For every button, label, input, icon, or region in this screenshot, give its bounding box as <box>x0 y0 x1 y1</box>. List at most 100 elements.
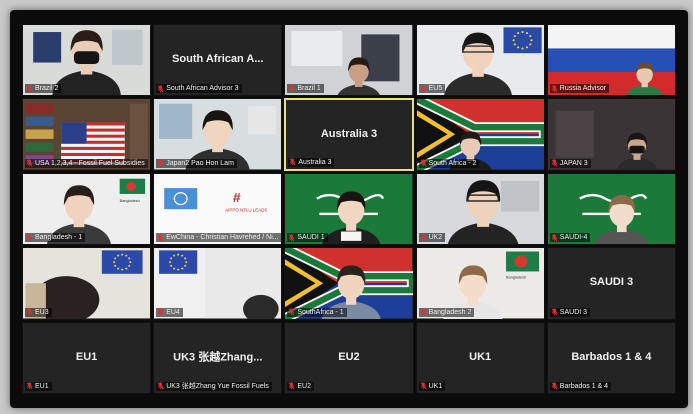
muted-microphone-icon <box>289 158 296 166</box>
muted-microphone-icon <box>157 159 164 167</box>
participant-name: Japan2 Pao Hon Lam <box>166 159 234 167</box>
participant-display-name: SAUDI 3 <box>589 276 634 289</box>
participant-name: EU5 <box>428 85 443 93</box>
participant-name-label: South Africa - 2 <box>418 158 480 168</box>
participant-name: SAUDI-4 <box>559 234 588 242</box>
svg-text:Bangladesh: Bangladesh <box>506 276 526 280</box>
participant-name: UK2 <box>428 234 443 242</box>
muted-microphone-icon <box>26 308 33 316</box>
participant-name-label: SAUDI 3 <box>549 307 591 317</box>
participant-tile[interactable]: Australia 3 Australia 3 <box>284 98 414 171</box>
muted-microphone-icon <box>420 85 427 93</box>
muted-microphone-icon <box>288 308 295 316</box>
participant-tile[interactable]: Japan2 Pao Hon Lam <box>153 98 283 171</box>
svg-text:Bangladesh: Bangladesh <box>120 199 140 203</box>
participant-name: SAUDI 1 <box>297 234 325 242</box>
muted-microphone-icon <box>157 308 164 316</box>
participant-tile[interactable]: UK2 <box>415 172 545 246</box>
participant-tile[interactable]: EU1 EU1 <box>22 321 152 394</box>
participant-tile[interactable]: UK3 张越Zhang... UK3 张越Zhang Yue Fossil Fue… <box>153 321 283 394</box>
muted-microphone-icon <box>551 159 558 167</box>
participant-tile[interactable]: South African A... South African Advisor … <box>153 24 283 97</box>
participant-name: UK3 张越Zhang Yue Fossil Fuels <box>166 382 269 390</box>
svg-text:AIPPO NTLU LEADS: AIPPO NTLU LEADS <box>225 208 267 213</box>
participant-display-name: UK3 张越Zhang... <box>173 351 263 364</box>
participant-name: SouthAfrica - 1 <box>297 308 344 316</box>
muted-microphone-icon <box>288 85 295 93</box>
participant-display-name: Australia 3 <box>320 127 378 140</box>
participant-name: South Africa - 2 <box>428 159 477 167</box>
participant-tile[interactable]: EU2 EU2 <box>284 321 414 394</box>
participant-tile[interactable]: Russia Advisor <box>546 24 676 97</box>
participant-name: EU2 <box>297 382 312 390</box>
participant-name-label: Bangladesh 2 <box>418 307 475 317</box>
participant-tile[interactable]: UK1 UK1 <box>415 321 545 394</box>
participant-name: South African Advisor 3 <box>166 85 239 93</box>
participant-tile[interactable]: Brazil 2 <box>22 24 152 97</box>
participant-name-label: SAUDI 1 <box>287 233 328 243</box>
participant-display-name: EU2 <box>338 350 360 363</box>
participant-name: Bangladesh - 1 <box>35 234 83 242</box>
participant-tile[interactable]: EU4 <box>153 247 283 320</box>
participant-display-name: Barbados 1 & 4 <box>571 350 652 363</box>
participant-name-label: EU2 <box>287 381 315 391</box>
participant-name-label: Barbados 1 & 4 <box>549 381 612 391</box>
participant-name-label: South African Advisor 3 <box>156 84 242 94</box>
participant-name: EU4 <box>166 308 180 316</box>
muted-microphone-icon <box>551 308 558 316</box>
muted-microphone-icon <box>157 234 164 242</box>
participant-name-label: EU4 <box>156 307 183 317</box>
participant-name: Australia 3 <box>298 158 332 166</box>
participant-name-label: EwChina - Christian Havrehed / Ni... <box>156 233 282 243</box>
video-conference-screen: Brazil 2 South African A... South African … <box>10 10 688 408</box>
participant-tile[interactable]: # AIPPO NTLU LEADS EwChina - Christian Hav… <box>153 172 283 246</box>
participant-name: UK1 <box>428 382 443 390</box>
participant-name: JAPAN 3 <box>559 159 588 167</box>
muted-microphone-icon <box>288 234 295 242</box>
participant-grid: Brazil 2 South African A... South African … <box>10 10 688 408</box>
participant-tile[interactable]: SAUDI-4 <box>546 172 676 246</box>
muted-microphone-icon <box>420 308 427 316</box>
muted-microphone-icon <box>26 234 33 242</box>
participant-tile[interactable]: Brazil 1 <box>284 24 414 97</box>
participant-name-label: Russia Advisor <box>549 84 610 94</box>
participant-name: EwChina - Christian Havrehed / Ni... <box>166 234 279 242</box>
participant-tile[interactable]: Bangladesh Bangladesh - 1 <box>22 172 152 246</box>
muted-microphone-icon <box>551 234 558 242</box>
muted-microphone-icon <box>420 382 427 391</box>
participant-name-label: EU1 <box>25 381 52 391</box>
muted-microphone-icon <box>157 382 164 391</box>
participant-name: Brazil 1 <box>297 85 321 93</box>
participant-name-label: UK1 <box>418 381 446 391</box>
muted-microphone-icon <box>26 382 33 391</box>
participant-tile[interactable]: EU5 <box>415 24 545 97</box>
participant-tile[interactable]: EU3 <box>22 247 152 320</box>
muted-microphone-icon <box>551 382 558 391</box>
participant-name: USA 1,2,3,4 - Fossil Fuel Subsidies <box>35 159 145 167</box>
muted-microphone-icon <box>420 234 427 242</box>
participant-tile[interactable]: SouthAfrica - 1 <box>284 247 414 320</box>
participant-name-label: Australia 3 <box>288 157 335 167</box>
participant-name: EU3 <box>35 308 49 316</box>
muted-microphone-icon <box>157 85 164 93</box>
participant-display-name: EU1 <box>75 350 98 363</box>
svg-text:#: # <box>233 190 241 204</box>
participant-name-label: Brazil 1 <box>287 84 324 94</box>
participant-name: EU1 <box>35 382 49 390</box>
participant-name-label: SAUDI-4 <box>549 233 591 243</box>
participant-tile[interactable]: South Africa - 2 <box>415 98 545 171</box>
muted-microphone-icon <box>288 382 295 391</box>
participant-display-name: UK1 <box>469 350 492 363</box>
participant-tile[interactable]: Barbados 1 & 4 Barbados 1 & 4 <box>546 321 676 394</box>
muted-microphone-icon <box>26 159 33 167</box>
participant-name-label: UK2 <box>418 233 446 243</box>
participant-tile[interactable]: SAUDI 3 SAUDI 3 <box>546 247 676 320</box>
muted-microphone-icon <box>420 159 427 167</box>
participant-tile[interactable]: JAPAN 3 <box>546 98 676 171</box>
participant-name: Barbados 1 & 4 <box>559 382 609 390</box>
muted-microphone-icon <box>26 85 33 93</box>
participant-name-label: SouthAfrica - 1 <box>287 307 347 317</box>
participant-tile[interactable]: SAUDI 1 <box>284 172 414 246</box>
participant-tile[interactable]: Bangladesh Bangladesh 2 <box>415 247 545 320</box>
participant-tile[interactable]: USA 1,2,3,4 - Fossil Fuel Subsidies <box>22 98 152 171</box>
